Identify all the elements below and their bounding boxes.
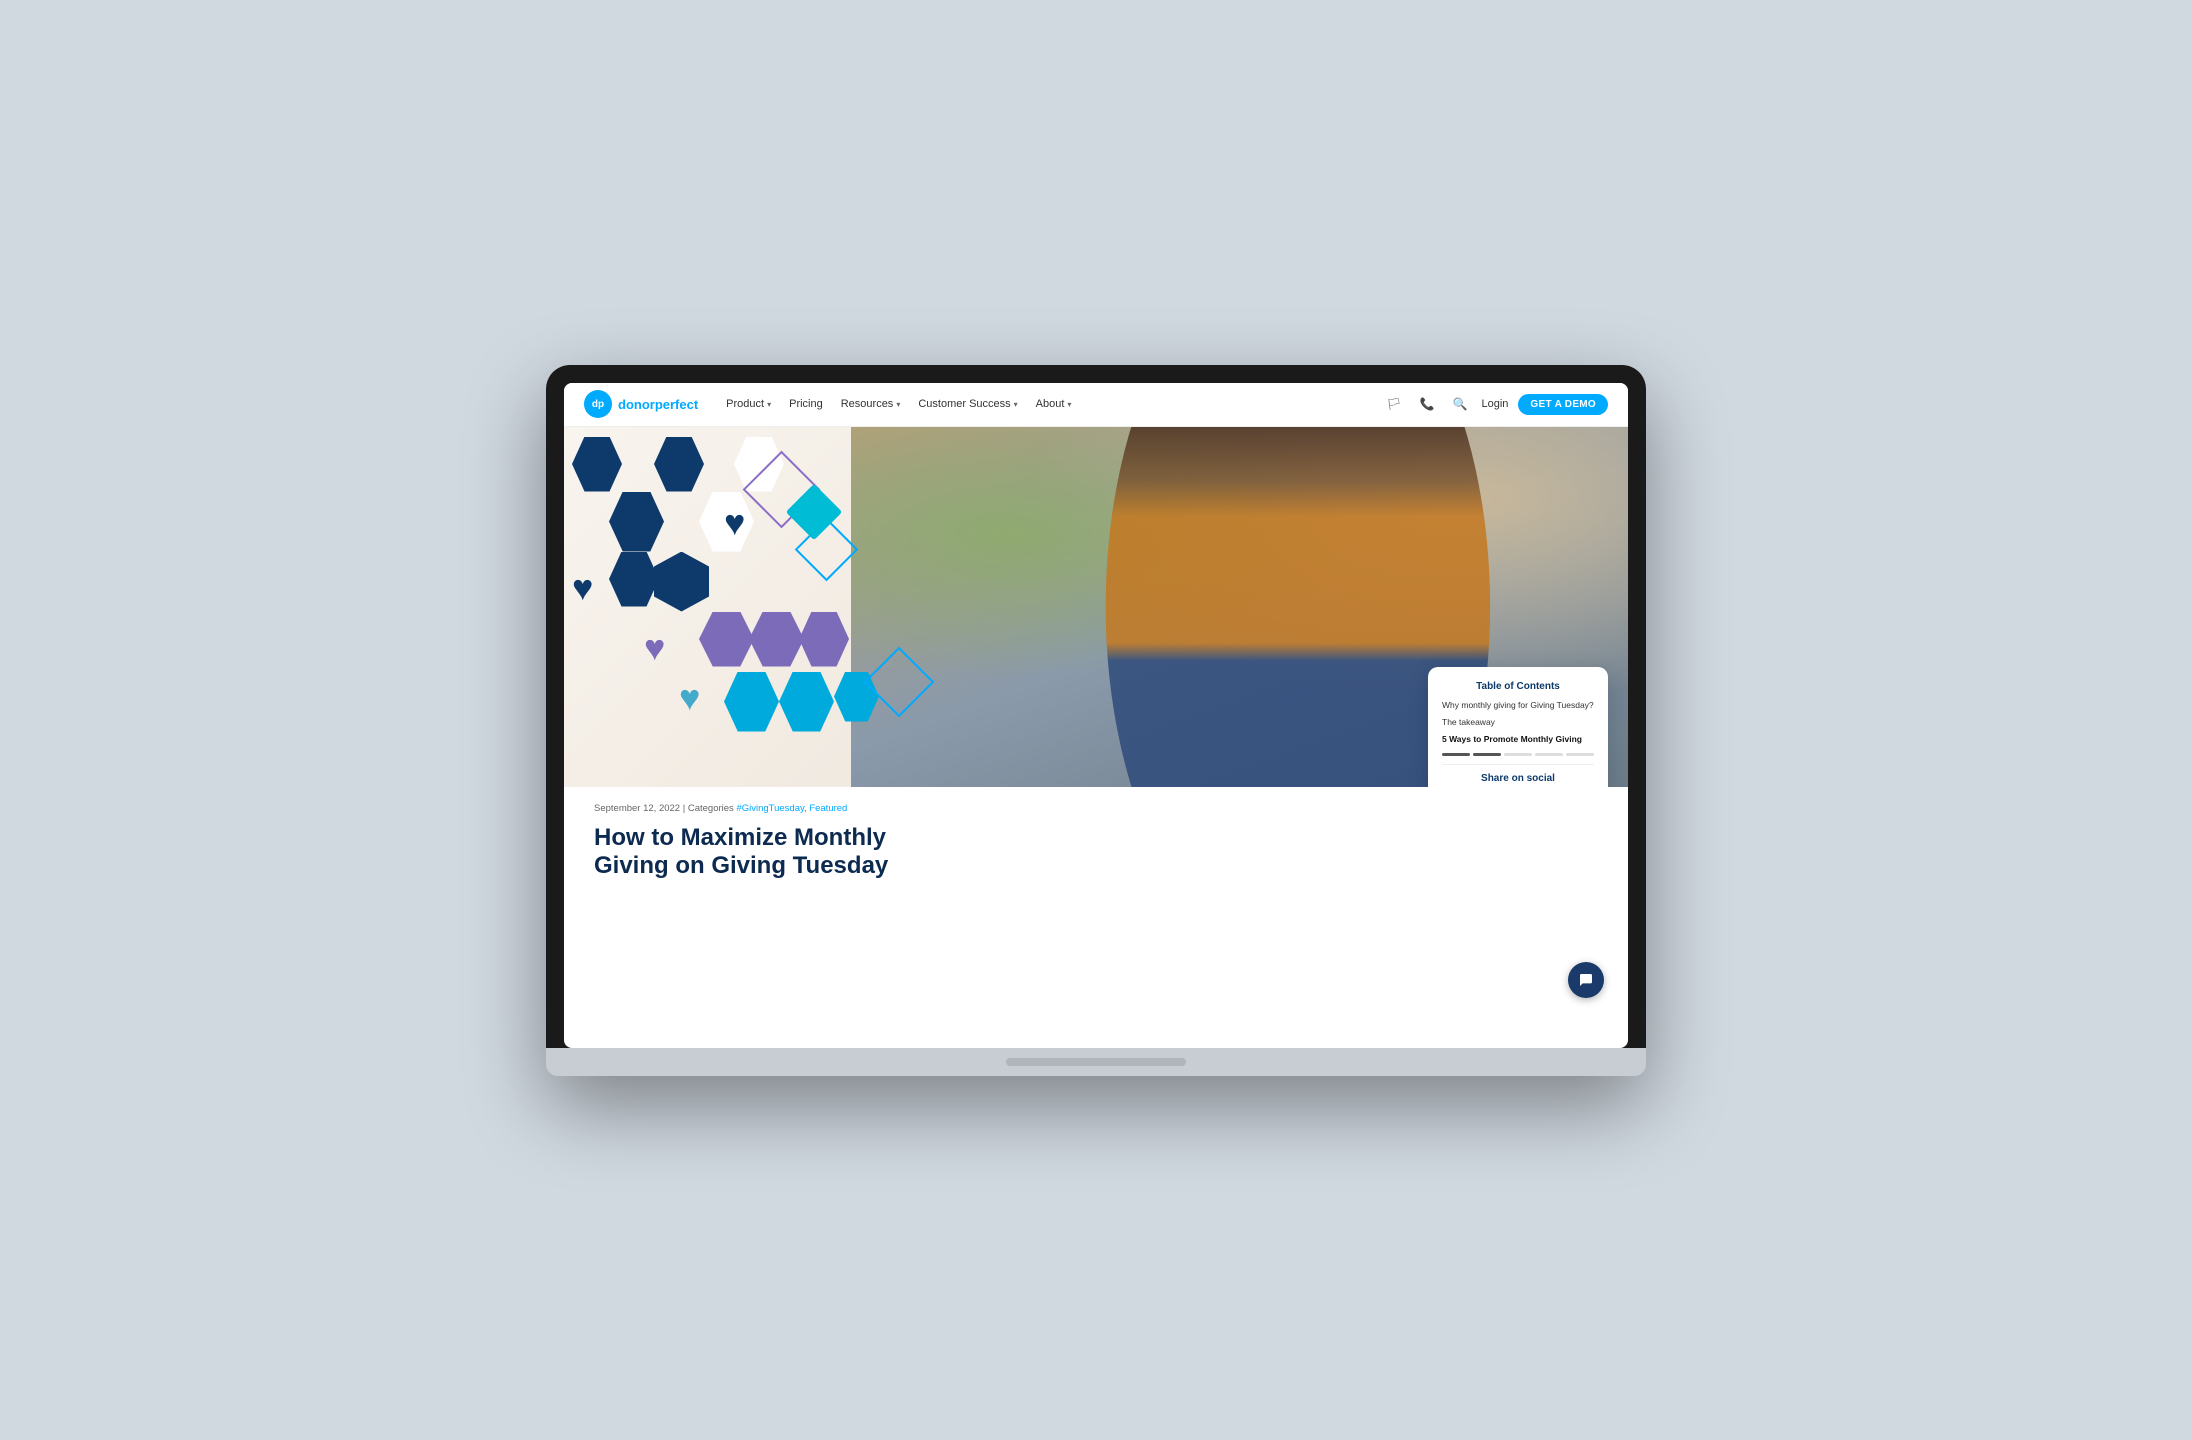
navbar: dp donorperfect Product ▾ Pricing Resour…	[564, 383, 1628, 427]
get-demo-button[interactable]: GET A DEMO	[1518, 394, 1608, 415]
brand-name: donorperfect	[618, 397, 698, 412]
flag-icon[interactable]: 🏳	[1382, 393, 1405, 415]
nav-item-resources[interactable]: Resources ▾	[833, 392, 909, 416]
chevron-down-icon: ▾	[1014, 400, 1018, 409]
post-content: September 12, 2022 | Categories #GivingT…	[564, 787, 1628, 902]
categories-label: | Categories	[683, 803, 734, 814]
toc-item-active[interactable]: 5 Ways to Promote Monthly Giving	[1442, 734, 1594, 745]
chevron-down-icon: ▾	[767, 400, 771, 409]
category-giving-tuesday[interactable]: #GivingTuesday	[736, 803, 804, 814]
category-featured[interactable]: Featured	[809, 803, 847, 814]
nav-item-product[interactable]: Product ▾	[718, 392, 779, 416]
toc-item[interactable]: Why monthly giving for Giving Tuesday?	[1442, 700, 1594, 711]
nav-item-pricing[interactable]: Pricing	[781, 392, 831, 416]
heart-shape: ♥	[644, 627, 665, 669]
logo[interactable]: dp donorperfect	[584, 390, 698, 418]
nav-item-about[interactable]: About ▾	[1028, 392, 1080, 416]
logo-icon: dp	[584, 390, 612, 418]
diamond-filled	[786, 483, 843, 540]
login-link[interactable]: Login	[1481, 398, 1508, 410]
hero-image: ♥ ♥ ♥ ♥ Table of Contents Why monthly gi…	[564, 427, 1628, 787]
chevron-down-icon: ▾	[1067, 400, 1071, 409]
category-separator: ,	[804, 803, 807, 814]
heart-shape: ♥	[679, 677, 700, 719]
search-icon[interactable]: 🔍	[1449, 393, 1472, 415]
phone-icon[interactable]: 📞	[1416, 393, 1439, 415]
nav-right: 🏳 📞 🔍 Login GET A DEMO	[1382, 393, 1608, 415]
post-title: How to Maximize Monthly Giving on Giving…	[594, 824, 1074, 882]
toc-heading: Table of Contents	[1442, 681, 1594, 692]
share-heading: Share on social	[1442, 773, 1594, 784]
diamond-outline	[795, 517, 859, 581]
chat-button[interactable]	[1568, 962, 1604, 998]
table-of-contents-card: Table of Contents Why monthly giving for…	[1428, 667, 1608, 787]
heart-shape: ♥	[724, 502, 745, 544]
chevron-down-icon: ▾	[896, 400, 900, 409]
post-date: September 12, 2022	[594, 803, 680, 814]
toc-item[interactable]: The takeaway	[1442, 717, 1594, 728]
post-metadata: September 12, 2022 | Categories #GivingT…	[594, 803, 1598, 814]
nav-menu: Product ▾ Pricing Resources ▾ Customer S…	[718, 392, 1382, 416]
heart-shape: ♥	[572, 567, 593, 609]
diamond-outline	[743, 450, 821, 528]
nav-item-customer-success[interactable]: Customer Success ▾	[910, 392, 1025, 416]
toc-progress-bar	[1442, 753, 1594, 756]
